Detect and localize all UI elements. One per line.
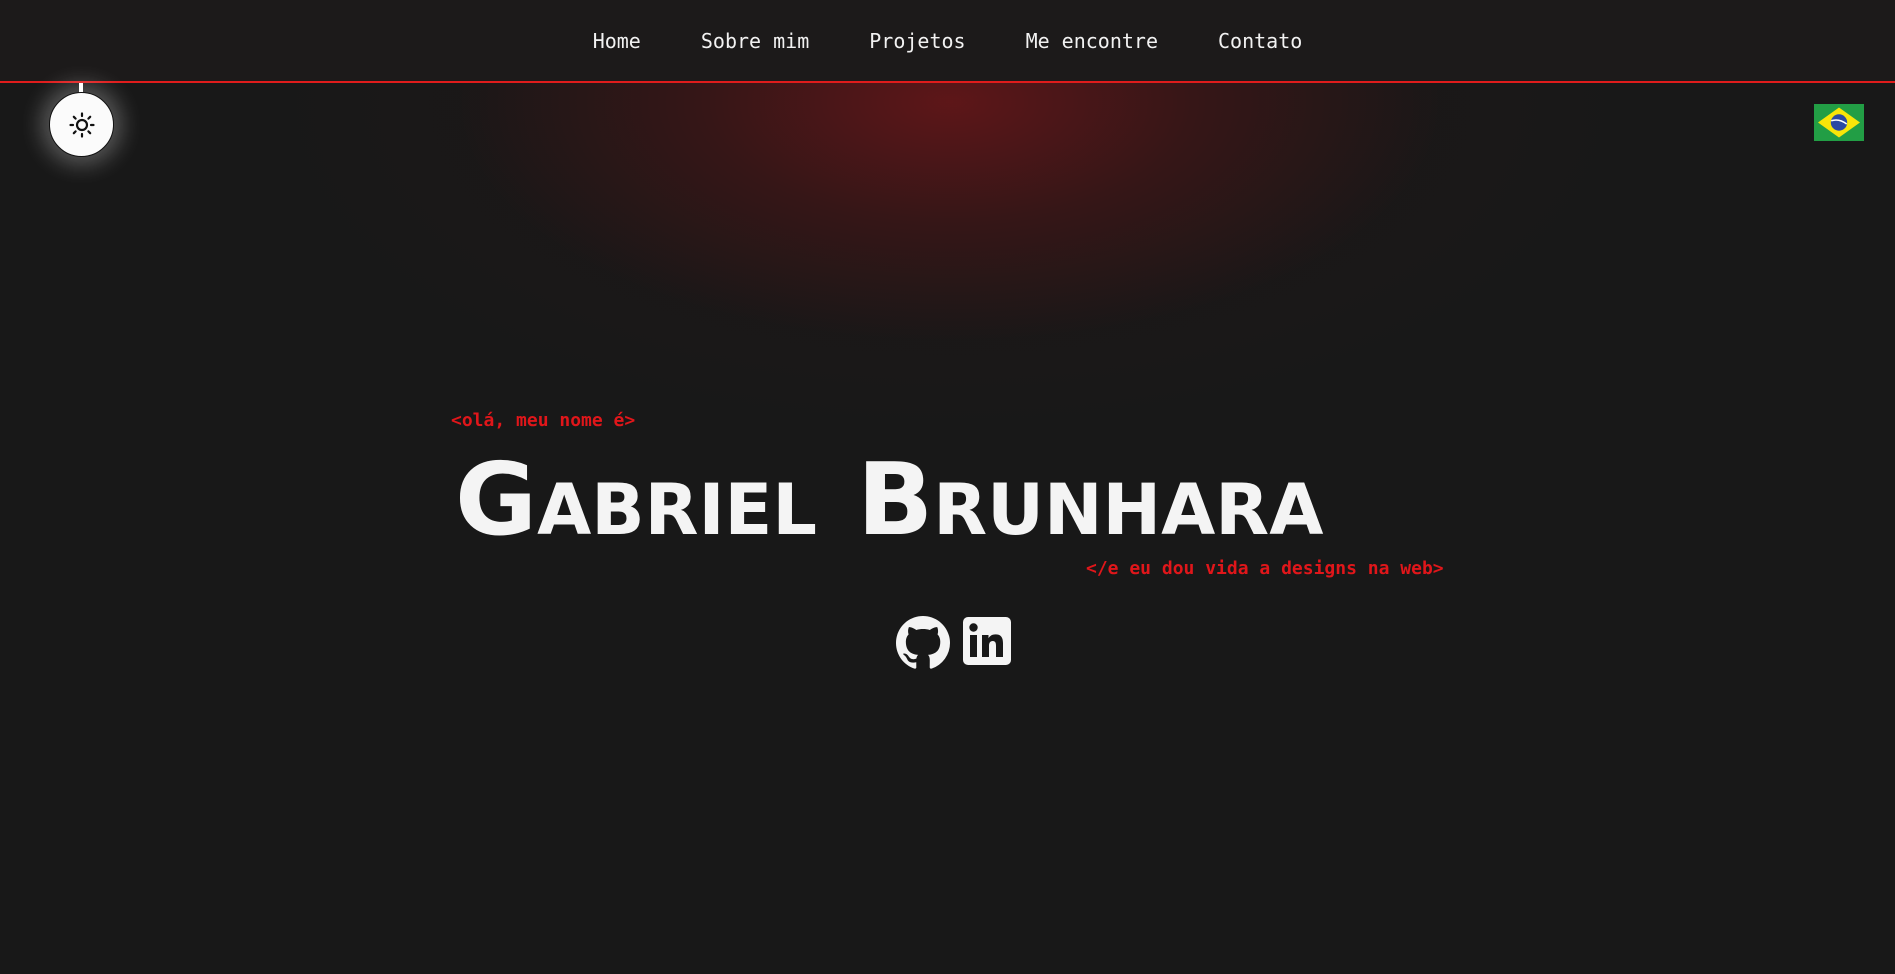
linkedin-icon [963, 617, 1011, 665]
linkedin-link[interactable] [962, 616, 1014, 668]
github-icon [896, 616, 950, 669]
page: Home Sobre mim Projetos Me encontre Cont… [0, 0, 1895, 974]
hero-section: <olá, meu nome é> Gabriel Brunhara </e eu… [0, 0, 1895, 974]
first-name: Gabriel [455, 441, 817, 558]
tagline-text: </e eu dou vida a designs na web> [1086, 558, 1444, 579]
last-name: Brunhara [856, 441, 1324, 558]
greeting-text: <olá, meu nome é> [451, 410, 636, 431]
hero-name: Gabriel Brunhara [455, 440, 1323, 560]
social-links [896, 616, 1014, 669]
github-link[interactable] [896, 616, 950, 669]
